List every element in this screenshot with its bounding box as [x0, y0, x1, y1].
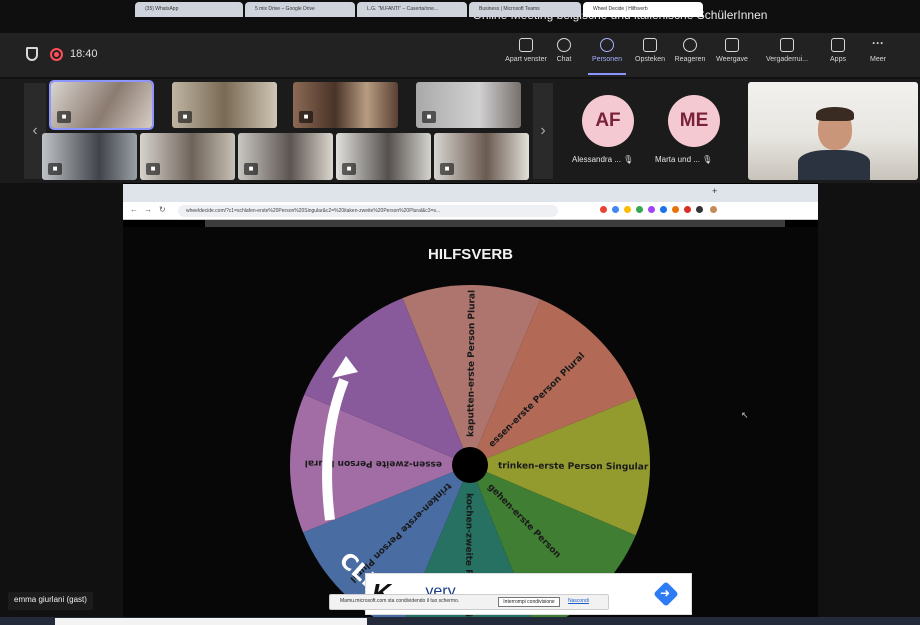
smile-icon	[683, 38, 697, 52]
url-input[interactable]: wheeldecide.com/?c1=schlafen-erste%20Per…	[178, 205, 558, 217]
wheel-segment-label: trinken-erste Person Singular	[498, 461, 649, 472]
popout-icon	[519, 38, 533, 52]
active-tab-indicator	[588, 73, 626, 75]
mic-off-icon: ■	[299, 111, 313, 123]
recording-icon	[50, 48, 63, 61]
presenter-video-tile[interactable]	[748, 82, 918, 180]
video-tile[interactable]: ■	[172, 82, 277, 128]
video-tile[interactable]: ■	[434, 133, 529, 180]
raise-hand-button[interactable]: Opsteken	[630, 38, 670, 74]
participant-name: Alessandra ... 🎙	[572, 155, 634, 164]
hide-notification-link[interactable]: Nascondi	[568, 598, 589, 604]
extension-icon[interactable]	[684, 206, 691, 213]
profile-avatar[interactable]	[710, 206, 717, 213]
mic-off-icon: ■	[146, 163, 160, 175]
grid-icon	[725, 38, 739, 52]
directions-arrow-icon: ➜	[660, 586, 671, 600]
stop-sharing-button[interactable]: Interrompi condivisione	[498, 597, 560, 607]
popout-button[interactable]: Apart venster	[504, 38, 548, 74]
wheel-segment-label: kaputten-erste Person Plural	[466, 290, 477, 437]
video-tile[interactable]: ■	[49, 80, 154, 130]
gallery-next-button[interactable]: ›	[533, 83, 553, 179]
horizontal-scrollbar[interactable]	[205, 220, 785, 227]
mic-off-icon: 🎙	[702, 155, 713, 164]
rooms-icon	[780, 38, 794, 52]
browser-tab[interactable]: L.G. "M.FANTI" – Caserta/one...	[357, 2, 467, 17]
video-tile[interactable]: ■	[416, 82, 521, 128]
browser-tab[interactable]: Business | Microsoft Teams	[469, 2, 581, 17]
forward-icon[interactable]: →	[144, 205, 152, 214]
teams-meeting-window: Online Meeting belgische und italienisch…	[0, 0, 920, 625]
video-tile[interactable]: ■	[140, 133, 235, 180]
react-button[interactable]: Reageren	[670, 38, 710, 74]
chat-icon	[557, 38, 571, 52]
raise-hand-icon	[643, 38, 657, 52]
participant-name: Marta und ... 🎙	[655, 155, 713, 164]
mic-off-icon: ■	[48, 163, 62, 175]
back-icon[interactable]: ←	[130, 205, 138, 214]
mic-off-icon: ■	[244, 163, 258, 175]
share-message: Mamu.microsoft.com sta condividendo il t…	[340, 598, 460, 604]
add-icon	[831, 38, 845, 52]
extension-icon[interactable]	[636, 206, 643, 213]
shield-icon	[26, 47, 38, 61]
video-tile[interactable]: ■	[238, 133, 333, 180]
extension-icon[interactable]	[696, 206, 703, 213]
mic-off-icon: ■	[57, 111, 71, 123]
shared-screen-margin	[0, 183, 123, 625]
mic-off-icon: 🎙	[623, 155, 634, 164]
mic-off-icon: ■	[178, 111, 192, 123]
wheel-title: HILFSVERB	[427, 246, 513, 263]
mic-off-icon: ■	[342, 163, 356, 175]
video-tile[interactable]: ■	[336, 133, 431, 180]
meeting-timer: 18:40	[70, 48, 98, 60]
new-tab-button[interactable]: +	[712, 186, 717, 196]
extension-icon[interactable]	[600, 206, 607, 213]
presenter-name-label: emma giurlani (gast)	[8, 592, 93, 610]
mouse-cursor-icon: ↖	[741, 410, 749, 420]
people-button[interactable]: Personen	[586, 38, 628, 74]
avatar[interactable]: ME	[668, 95, 720, 147]
video-tile[interactable]: ■	[42, 133, 137, 180]
view-button[interactable]: Weergave	[711, 38, 753, 74]
browser-tab[interactable]: (35) WhatsApp	[135, 2, 243, 17]
people-icon	[600, 38, 614, 52]
video-tile[interactable]: ■	[293, 82, 398, 128]
reload-icon[interactable]: ↻	[159, 205, 166, 214]
browser-tab[interactable]: 5 mix Drive – Google Drive	[245, 2, 355, 17]
wheel-hub	[452, 447, 488, 483]
extension-icon[interactable]	[672, 206, 679, 213]
extension-icon[interactable]	[648, 206, 655, 213]
avatar[interactable]: AF	[582, 95, 634, 147]
taskbar-search[interactable]	[55, 618, 367, 625]
extension-icon[interactable]	[624, 206, 631, 213]
extension-icon[interactable]	[660, 206, 667, 213]
apps-button[interactable]: Apps	[825, 38, 851, 74]
more-button[interactable]: ··· Meer	[865, 36, 891, 74]
browser-tab-active[interactable]: Wheel Decide | Hilfsverb	[583, 2, 703, 17]
more-icon: ···	[872, 36, 884, 50]
extension-icon[interactable]	[612, 206, 619, 213]
shared-screen-margin	[818, 183, 920, 625]
chat-button[interactable]: Chat	[552, 38, 576, 74]
mic-off-icon: ■	[440, 163, 454, 175]
mic-off-icon: ■	[422, 111, 436, 123]
rooms-button[interactable]: Vergaderrui...	[756, 38, 818, 74]
